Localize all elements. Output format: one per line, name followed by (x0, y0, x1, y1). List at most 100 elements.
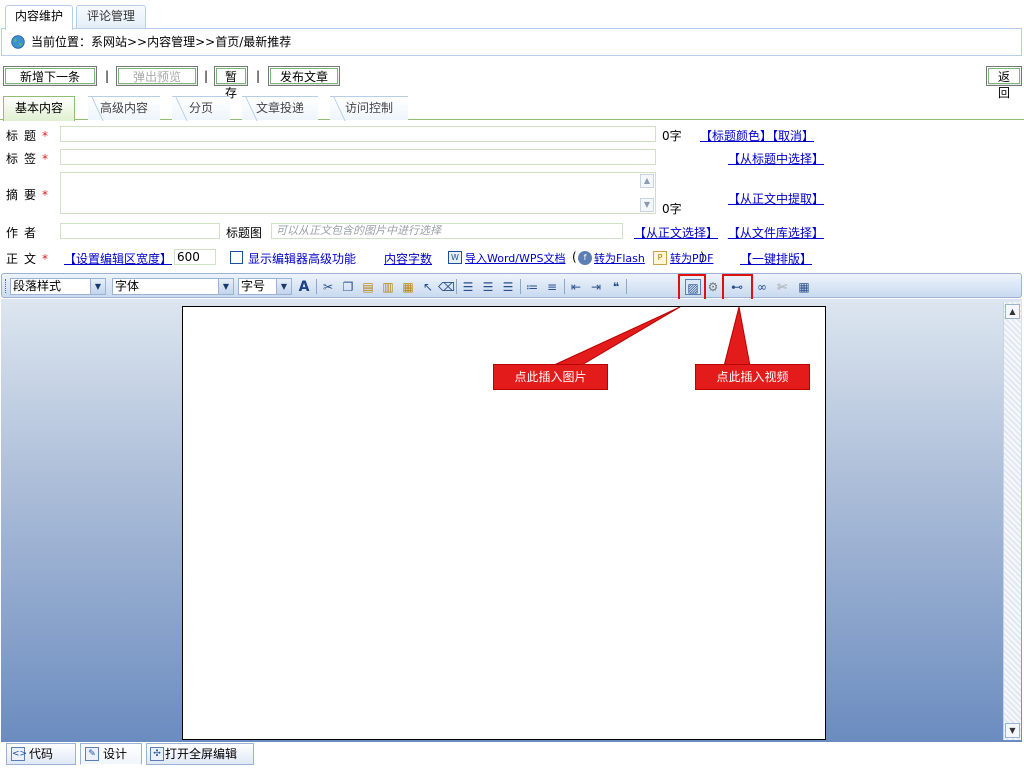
code-icon: <> (11, 747, 28, 761)
flash-icon: f (578, 251, 592, 265)
design-icon: ✎ (85, 747, 99, 761)
cancel-link[interactable]: 【取消】 (772, 129, 814, 143)
indent-icon[interactable]: ⇥ (588, 279, 604, 295)
globe-icon (11, 35, 25, 49)
font-size-value: 字号 (241, 279, 266, 293)
design-mode-label: 设计 (103, 747, 128, 761)
chevron-down-icon: ▼ (90, 279, 105, 294)
popup-preview-button[interactable]: 弹出预览 (116, 66, 198, 86)
toolbar-separator (626, 279, 627, 294)
back-label: 返回 (988, 68, 1020, 100)
insert-link-icon[interactable]: ∞ (754, 279, 770, 295)
breadcrumb-text: 当前位置：系网站>>内容管理>>首页/最新推荐 (31, 35, 292, 49)
align-left-icon[interactable]: ☰ (460, 279, 476, 295)
select-from-body-link[interactable]: 【从正文选择】 (634, 226, 718, 240)
editor-width-input[interactable]: 600 (174, 249, 216, 265)
outdent-icon[interactable]: ⇤ (568, 279, 584, 295)
paren-close: ) (700, 250, 705, 264)
toolbar-separator (520, 279, 521, 294)
new-next-label: 新增下一条 (5, 68, 95, 84)
summary-char-count: 0字 (662, 202, 682, 216)
scroll-down-icon[interactable]: ▼ (1005, 723, 1020, 738)
title-color-link[interactable]: 【标题颜色】 (700, 129, 772, 143)
insert-flash-icon[interactable]: ⚙ (705, 279, 721, 295)
tags-links: 【从标题中选择】 (728, 150, 824, 167)
select-from-library-link[interactable]: 【从文件库选择】 (728, 226, 824, 240)
separator: | (256, 69, 261, 83)
title-row: 标题* 0字 【标题颜色】【取消】 (0, 125, 1024, 145)
editor-scrollbar[interactable]: ▲ ▼ (1003, 302, 1021, 740)
tags-input[interactable] (60, 149, 656, 165)
body-label: 正文* (6, 252, 49, 266)
separator: | (105, 69, 110, 83)
paste-icon[interactable]: ▤ (360, 279, 376, 295)
one-click-layout-link[interactable]: 【一键排版】 (740, 250, 812, 267)
paragraph-style-select[interactable]: 段落样式 ▼ (10, 278, 106, 295)
unlink-icon[interactable]: ✄ (774, 279, 790, 295)
tab-basic-content[interactable]: 基本内容 (3, 96, 75, 121)
ordered-list-icon[interactable]: ≔ (524, 279, 540, 295)
align-center-icon[interactable]: ☰ (480, 279, 496, 295)
insert-video-callout: 点此插入视频 (695, 364, 810, 390)
paragraph-style-value: 段落样式 (13, 279, 62, 293)
select-from-title-link[interactable]: 【从标题中选择】 (728, 152, 824, 166)
set-editor-width-link[interactable]: 【设置编辑区宽度】 (64, 250, 172, 267)
publish-button[interactable]: 发布文章 (268, 66, 340, 86)
align-right-icon[interactable]: ☰ (500, 279, 516, 295)
tags-label: 标签* (6, 152, 49, 166)
tab-comment-management[interactable]: 评论管理 (76, 5, 146, 29)
unordered-list-icon[interactable]: ≡ (544, 279, 560, 295)
cut-icon[interactable]: ✂ (320, 279, 336, 295)
thumbnail-label: 标题图 (226, 226, 263, 240)
paste-word-icon[interactable]: ▦ (400, 279, 416, 295)
font-select[interactable]: 字体 ▼ (112, 278, 234, 295)
show-advanced-checkbox[interactable] (230, 251, 243, 264)
remove-format-icon[interactable]: ⌫ (438, 279, 455, 295)
show-advanced-label[interactable]: 显示编辑器高级功能 (248, 250, 356, 267)
save-draft-button[interactable]: 暂存 (214, 66, 248, 100)
title-char-count: 0字 (662, 129, 682, 143)
select-all-icon[interactable]: ↖ (420, 279, 436, 295)
blockquote-icon[interactable]: ❝ (608, 279, 624, 295)
insert-table-icon[interactable]: ▦ (796, 279, 812, 295)
fullscreen-mode-tab[interactable]: ✣ 打开全屏编辑 (146, 743, 254, 765)
scroll-up-icon[interactable]: ▲ (1005, 304, 1020, 319)
new-next-button[interactable]: 新增下一条 (3, 66, 97, 86)
font-color-icon[interactable]: A (296, 279, 312, 295)
body-row: 正文* 【设置编辑区宽度】 600 显示编辑器高级功能 内容字数 W 导入Wor… (0, 248, 1024, 268)
summary-scroll-up[interactable]: ▲ (640, 174, 654, 188)
import-word-link[interactable]: 导入Word/WPS文档 (465, 250, 565, 266)
tab-content-maintenance[interactable]: 内容维护 (5, 5, 73, 30)
toolbar-grip[interactable] (5, 279, 8, 293)
editor-mode-bar: <> 代码 ✎ 设计 ✣ 打开全屏编辑 (0, 742, 1024, 768)
fullscreen-mode-label: 打开全屏编辑 (165, 747, 238, 761)
extract-from-body-link[interactable]: 【从正文中提取】 (728, 192, 824, 206)
tab-advanced-content[interactable]: 高级内容 (88, 96, 160, 120)
summary-textarea[interactable]: ▲ ▼ (60, 172, 656, 214)
summary-scroll-down[interactable]: ▼ (640, 198, 654, 212)
thumbnail-links: 【从正文选择】 【从文件库选择】 (634, 224, 824, 241)
word-count-link[interactable]: 内容字数 (384, 250, 432, 267)
action-bar: 新增下一条 | 弹出预览 | 暂存 | 发布文章 返回 (0, 64, 1024, 100)
content-tab-bar: 基本内容 高级内容 分页 文章投递 访问控制 (0, 92, 1024, 121)
publish-label: 发布文章 (270, 68, 338, 84)
toolbar-separator (564, 279, 565, 294)
code-mode-tab[interactable]: <> 代码 (6, 743, 76, 765)
fullscreen-icon: ✣ (150, 747, 164, 761)
save-draft-label: 暂存 (216, 68, 246, 100)
font-size-select[interactable]: 字号 ▼ (238, 278, 292, 295)
tab-access-control[interactable]: 访问控制 (330, 96, 408, 120)
convert-flash-link[interactable]: 转为Flash (594, 250, 645, 266)
title-input[interactable] (60, 126, 656, 142)
chevron-down-icon: ▼ (218, 279, 233, 294)
copy-icon[interactable]: ❐ (340, 279, 356, 295)
convert-pdf-link[interactable]: 转为PDF (670, 250, 713, 266)
design-mode-tab[interactable]: ✎ 设计 (80, 743, 142, 765)
thumbnail-input[interactable]: 可以从正文包含的图片中进行选择 (271, 223, 623, 239)
popup-preview-label: 弹出预览 (118, 68, 196, 84)
tab-article-delivery[interactable]: 文章投递 (242, 96, 318, 120)
author-input[interactable] (60, 223, 220, 239)
back-button[interactable]: 返回 (986, 66, 1022, 100)
tab-pagination[interactable]: 分页 (172, 96, 230, 120)
paste-text-icon[interactable]: ▥ (380, 279, 396, 295)
